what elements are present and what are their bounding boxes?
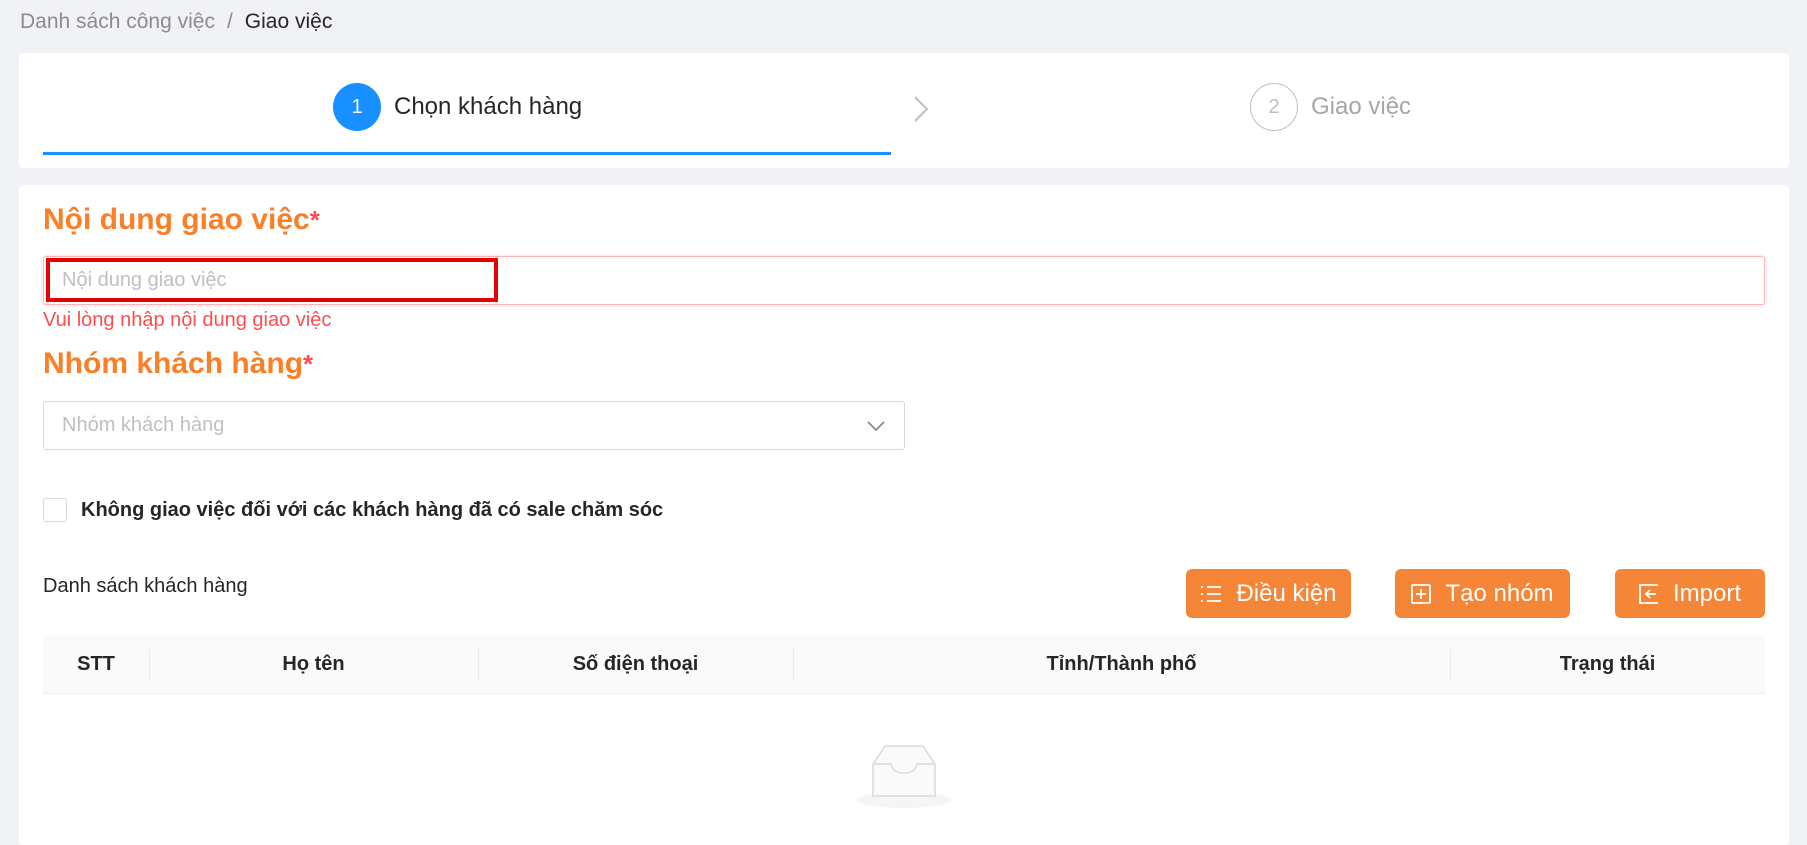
breadcrumb-separator: /: [226, 10, 233, 33]
step-2-number: 2: [1250, 83, 1298, 131]
plus-square-icon: [1411, 583, 1432, 604]
conditions-button[interactable]: Điều kiện: [1186, 569, 1351, 618]
step-1-title: Chọn khách hàng: [394, 93, 583, 120]
required-mark: *: [303, 349, 314, 379]
customer-list-label: Danh sách khách hàng: [43, 575, 248, 597]
breadcrumb-current: Giao việc: [244, 10, 333, 33]
customer-group-select[interactable]: Nhóm khách hàng: [43, 401, 905, 450]
chevron-right-icon: [914, 96, 929, 122]
list-icon: [1201, 585, 1222, 602]
steps-card: 1 Chọn khách hàng 2 Giao việc: [19, 53, 1789, 168]
customer-table-header: STT Họ tên Số điện thoại Tỉnh/Thành phố …: [43, 636, 1765, 694]
step-1-number: 1: [333, 83, 381, 131]
step-assign-task[interactable]: 2 Giao việc: [1250, 83, 1411, 131]
task-content-label: Nội dung giao việc: [43, 203, 310, 236]
customer-group-label: Nhóm khách hàng: [43, 347, 304, 380]
step-choose-customer[interactable]: 1 Chọn khách hàng: [333, 83, 582, 131]
task-content-input[interactable]: [44, 257, 1764, 304]
exclude-assigned-label[interactable]: Không giao việc đối với các khách hàng đ…: [81, 499, 663, 522]
customer-group-title: Nhóm khách hàng*: [43, 347, 313, 381]
main-card: Nội dung giao việc* Vui lòng nhập nội du…: [19, 185, 1789, 845]
import-button-label: Import: [1672, 579, 1741, 607]
conditions-button-label: Điều kiện: [1236, 579, 1337, 607]
import-button[interactable]: Import: [1615, 569, 1765, 618]
column-header-city[interactable]: Tỉnh/Thành phố: [793, 636, 1450, 693]
exclude-assigned-checkbox[interactable]: [43, 498, 67, 522]
column-header-name[interactable]: Họ tên: [149, 636, 478, 693]
import-icon: [1639, 583, 1658, 604]
create-group-button[interactable]: Tạo nhóm: [1395, 569, 1570, 618]
customer-group-placeholder: Nhóm khách hàng: [62, 414, 225, 436]
empty-inbox-icon: [858, 745, 950, 808]
active-step-indicator: [43, 152, 891, 155]
chevron-down-icon: [867, 420, 885, 431]
column-header-stt[interactable]: STT: [43, 636, 149, 693]
create-group-button-label: Tạo nhóm: [1445, 579, 1554, 607]
task-content-field[interactable]: [43, 256, 1765, 305]
column-header-phone[interactable]: Số điện thoại: [478, 636, 793, 693]
step-2-title: Giao việc: [1311, 93, 1412, 120]
task-content-title: Nội dung giao việc*: [43, 203, 320, 237]
task-content-error: Vui lòng nhập nội dung giao việc: [43, 309, 332, 331]
column-header-status[interactable]: Trạng thái: [1450, 636, 1765, 693]
breadcrumb-parent[interactable]: Danh sách công việc: [20, 10, 215, 34]
breadcrumb: Danh sách công việc / Giao việc: [20, 10, 332, 34]
required-mark: *: [309, 205, 320, 235]
exclude-assigned-option[interactable]: Không giao việc đối với các khách hàng đ…: [43, 498, 663, 522]
